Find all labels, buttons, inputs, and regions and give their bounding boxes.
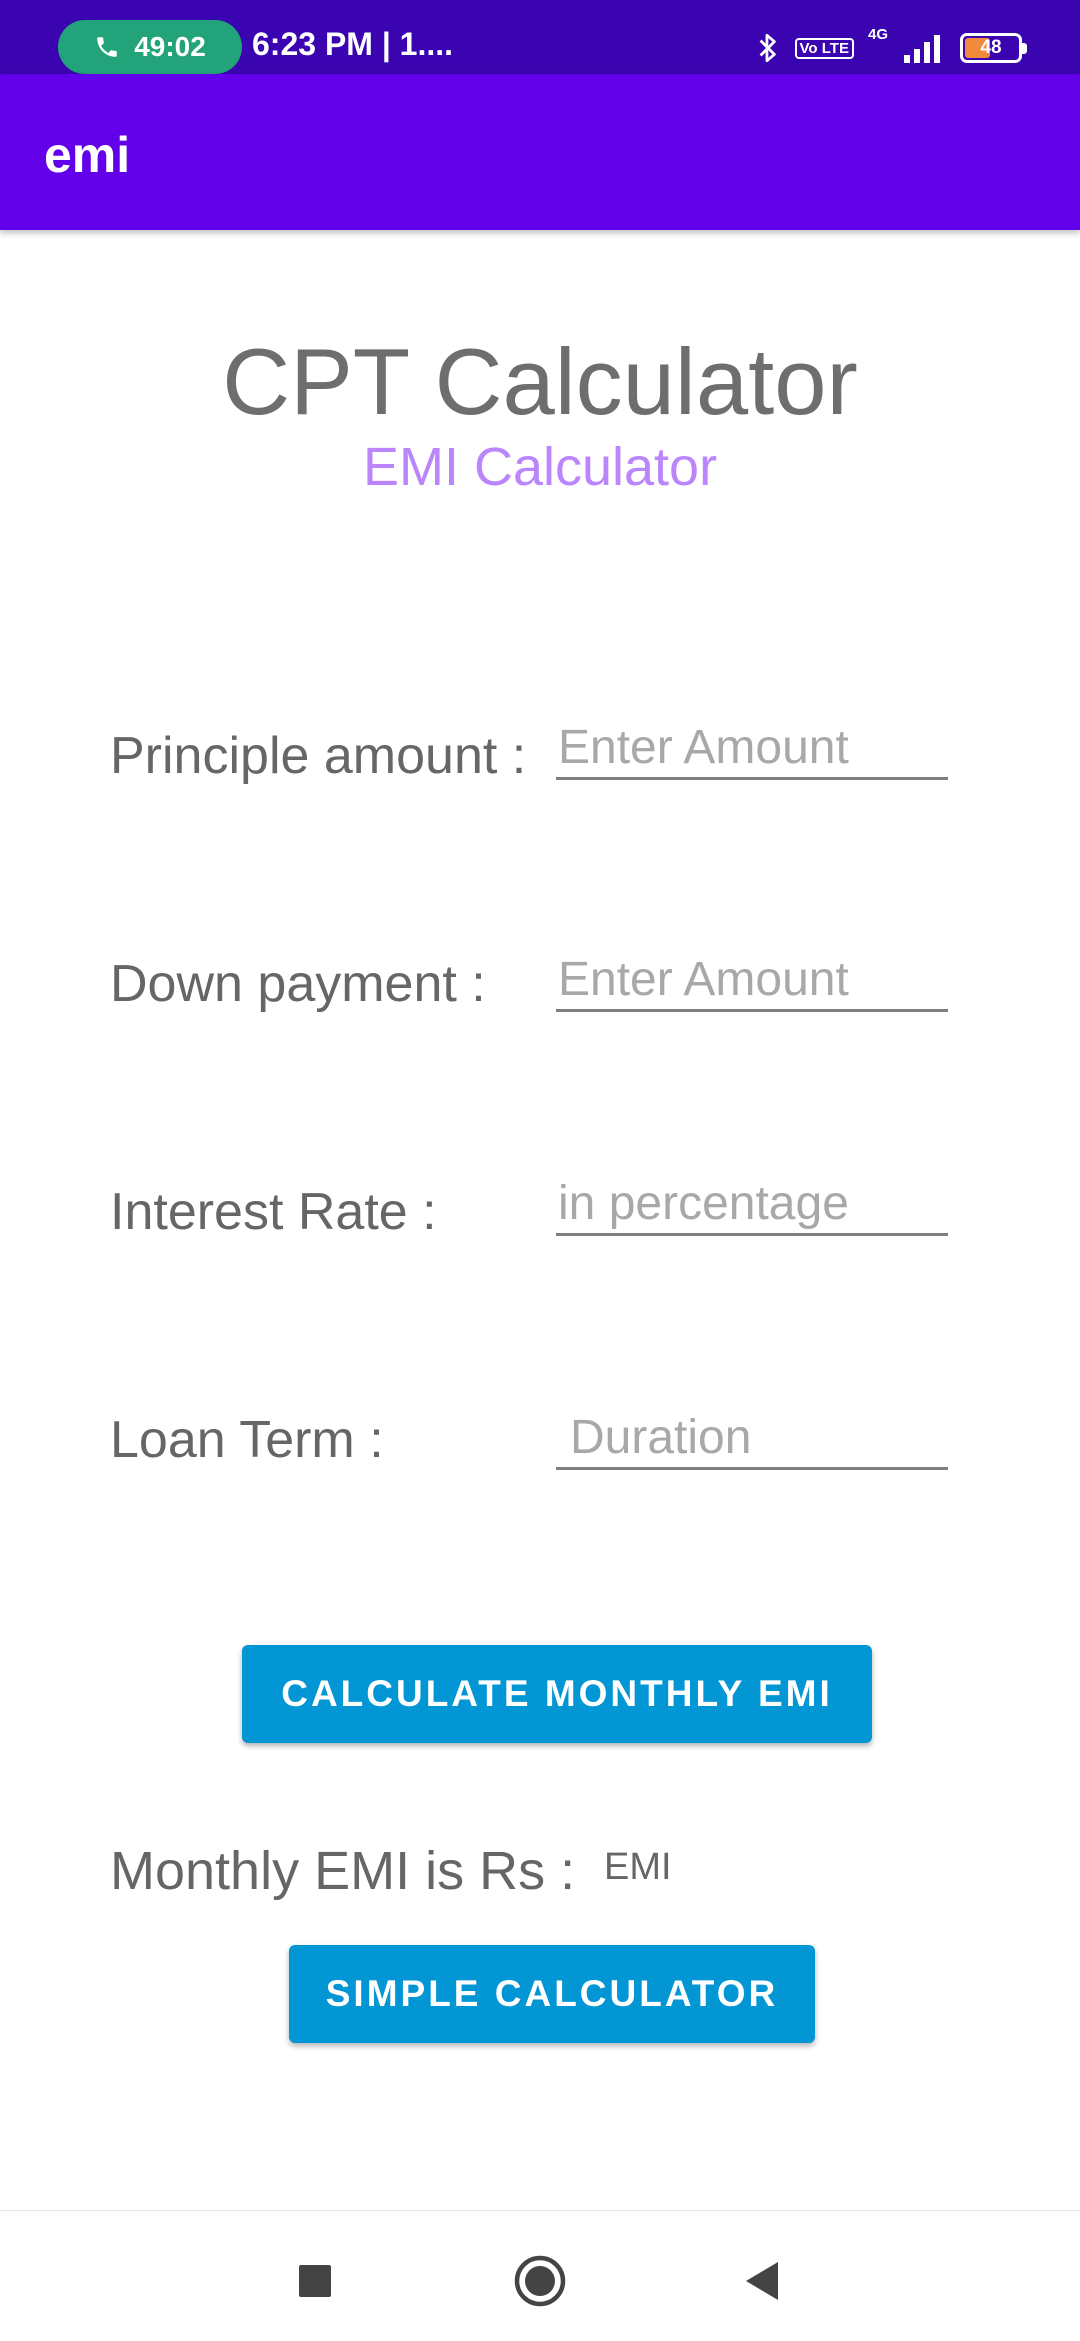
volte-badge: Vo LTE — [794, 37, 854, 59]
home-button[interactable] — [510, 2251, 570, 2311]
status-time: 6:23 PM | 1.... — [252, 26, 454, 62]
battery-level: 48 — [980, 37, 1002, 58]
back-button[interactable] — [732, 2251, 792, 2311]
phone-icon — [97, 37, 117, 57]
simple-calculator-button[interactable]: SIMPLE CALCULATOR — [289, 1945, 815, 2043]
principal-amount-input[interactable] — [556, 718, 948, 780]
down-payment-input[interactable] — [556, 950, 948, 1012]
circle-icon — [514, 2255, 566, 2307]
interest-rate-label: Interest Rate : — [110, 1183, 437, 1241]
battery-icon: 48 — [960, 33, 1027, 63]
loan-term-label: Loan Term : — [110, 1411, 384, 1469]
principal-label: Principle amount : — [110, 727, 527, 785]
loan-term-input[interactable] — [556, 1408, 948, 1470]
navigation-bar — [0, 2210, 1080, 2341]
network-type: 4G — [867, 26, 888, 43]
page-title: CPT Calculator — [222, 329, 858, 434]
status-bar: 49:02 6:23 PM | 1.... Vo LTE 4G 48 — [0, 0, 1080, 74]
triangle-back-icon — [746, 2262, 778, 2300]
page-subtitle: EMI Calculator — [362, 437, 718, 497]
down-payment-label: Down payment : — [110, 955, 486, 1013]
app-bar: emi — [0, 74, 1080, 230]
monthly-emi-label: Monthly EMI is Rs : — [110, 1841, 576, 1901]
monthly-emi-value: EMI — [604, 1846, 672, 1888]
calculate-monthly-emi-button[interactable]: CALCULATE MONTHLY EMI — [242, 1645, 872, 1743]
square-icon — [299, 2265, 331, 2297]
bluetooth-icon — [759, 33, 776, 63]
ongoing-call-pill[interactable]: 49:02 — [58, 20, 242, 74]
status-icons: Vo LTE 4G 48 — [755, 26, 1027, 70]
recents-button[interactable] — [285, 2251, 345, 2311]
signal-icon — [904, 35, 940, 63]
app-title: emi — [44, 127, 131, 183]
interest-rate-input[interactable] — [556, 1174, 948, 1236]
call-timer: 49:02 — [134, 31, 206, 62]
